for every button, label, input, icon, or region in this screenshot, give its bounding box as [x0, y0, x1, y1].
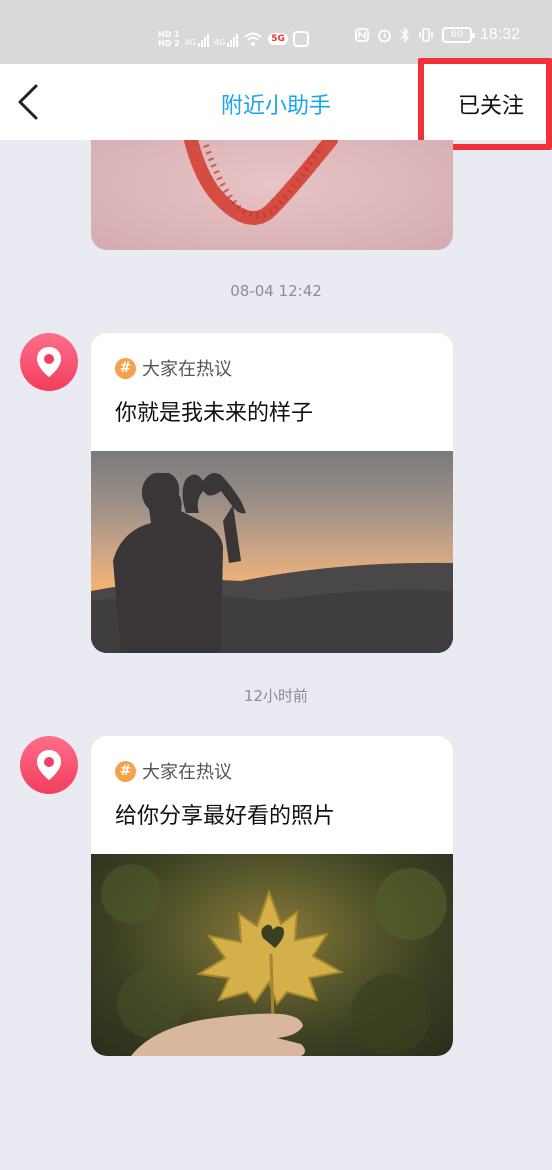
status-left-icons: HD 1 HD 2 4G 4G 5G [158, 22, 309, 56]
wifi-icon [244, 32, 262, 46]
battery-icon: 60 [441, 27, 475, 43]
topic-row: # 大家在热议 [115, 355, 429, 381]
silhouette-image [91, 472, 453, 653]
leaf-image [101, 864, 447, 1056]
card-header: # 大家在热议 你就是我未来的样子 [91, 333, 453, 451]
status-bar: HD 1 HD 2 4G 4G 5G 60 18:32 [0, 0, 552, 64]
message-card[interactable]: # 大家在热议 给你分享最好看的照片 [91, 736, 453, 1056]
nav-bar: 附近小助手 已关注 [0, 58, 552, 150]
location-pin-icon [37, 347, 61, 377]
topic-label: 大家在热议 [142, 359, 232, 380]
heart-image [184, 140, 338, 225]
topic-row: # 大家在热议 [115, 758, 429, 784]
follow-button[interactable]: 已关注 [458, 88, 524, 120]
vibrate-icon [419, 28, 433, 42]
hash-icon: # [115, 357, 136, 379]
status-right-icons: 60 18:32 [355, 26, 520, 44]
bluetooth-icon [400, 27, 410, 43]
card-image [91, 451, 453, 653]
card-title: 给你分享最好看的照片 [115, 804, 336, 829]
previous-card-image[interactable] [91, 140, 453, 250]
hash-icon: # [115, 760, 136, 782]
message-card[interactable]: # 大家在热议 你就是我未来的样子 [91, 333, 453, 653]
message-timestamp: 08-04 12:42 [230, 282, 322, 300]
avatar[interactable] [20, 736, 78, 794]
message-timestamp: 12小时前 [243, 687, 309, 705]
status-time: 18:32 [479, 26, 520, 43]
alarm-icon [378, 29, 391, 42]
card-title: 你就是我未来的样子 [115, 401, 314, 426]
nfc-icon [355, 28, 369, 42]
hd-indicator: HD 1 HD 2 [158, 30, 180, 48]
location-pin-icon [37, 750, 61, 780]
card-image [91, 854, 453, 1056]
5g-badge-icon: 5G [268, 33, 288, 45]
app-notification-icon [292, 31, 309, 47]
avatar[interactable] [20, 333, 78, 391]
signal-1-icon: 4G [185, 31, 209, 47]
card-header: # 大家在热议 给你分享最好看的照片 [91, 736, 453, 854]
topic-label: 大家在热议 [142, 762, 232, 783]
signal-2-icon: 4G [214, 31, 239, 47]
